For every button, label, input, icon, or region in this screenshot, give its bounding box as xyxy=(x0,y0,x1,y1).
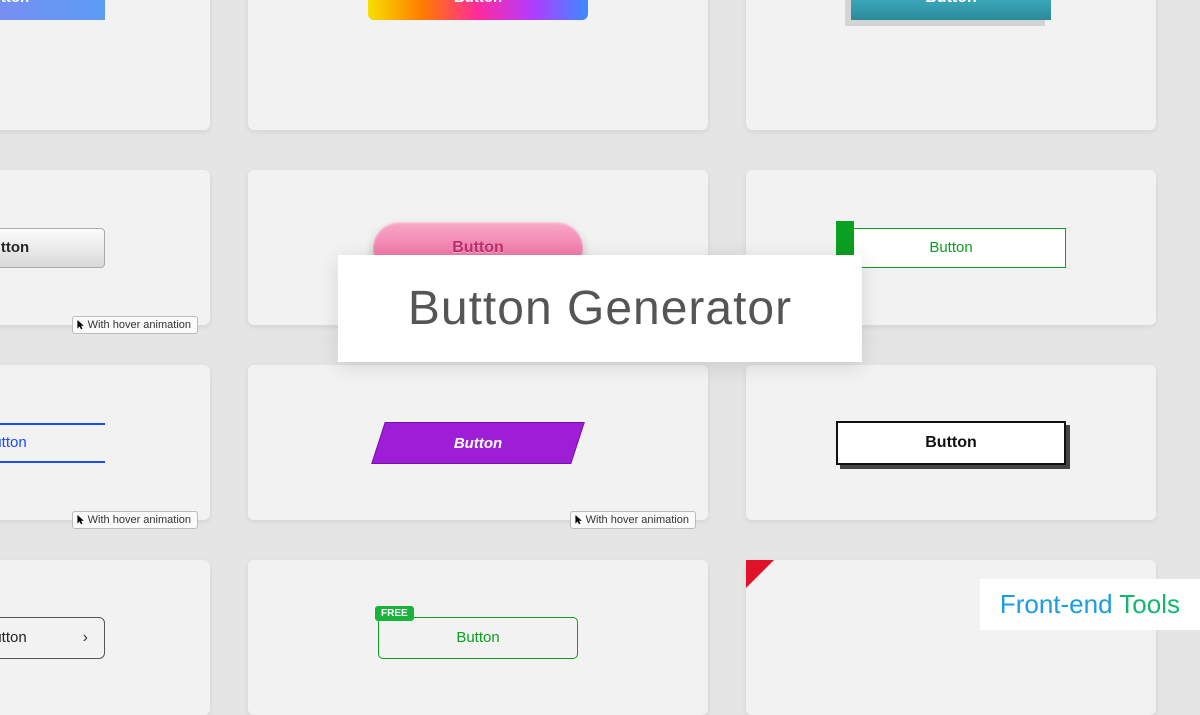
hover-animation-label: With hover animation xyxy=(88,319,191,331)
hover-animation-label: With hover animation xyxy=(88,514,191,526)
button-gradient-rainbow[interactable]: Button xyxy=(368,0,588,20)
cursor-icon xyxy=(575,515,583,525)
card-black-outline: Button xyxy=(746,365,1156,520)
button-purple-skew[interactable]: Button xyxy=(371,422,585,464)
card-gradient-teal: Button xyxy=(746,0,1156,130)
button-gradient-teal[interactable]: Button xyxy=(851,0,1051,20)
corner-ribbon-icon xyxy=(746,560,774,588)
button-green-tab[interactable]: Button xyxy=(836,228,1066,268)
brand-logo: Front-end Tools xyxy=(980,579,1200,630)
page-title: Button Generator xyxy=(338,255,862,362)
button-blue-lines[interactable]: Button xyxy=(0,423,105,463)
card-gradient-blue: Button xyxy=(0,0,210,130)
hover-animation-tag: With hover animation xyxy=(570,511,696,529)
brand-part2: Tools xyxy=(1119,589,1180,619)
button-silver[interactable]: Button xyxy=(0,228,105,268)
hover-animation-tag: With hover animation xyxy=(72,511,198,529)
card-blue-lines: Button With hover animation xyxy=(0,365,210,520)
free-badge: FREE xyxy=(375,606,414,621)
card-gradient-rainbow: Button xyxy=(248,0,708,130)
button-black-outline[interactable]: Button xyxy=(836,421,1066,465)
card-purple-skew: Button With hover animation xyxy=(248,365,708,520)
cursor-icon xyxy=(77,320,85,330)
chevron-right-icon: › xyxy=(83,629,88,647)
card-silver: Button With hover animation xyxy=(0,170,210,325)
hover-animation-label: With hover animation xyxy=(586,514,689,526)
hover-animation-tag: With hover animation xyxy=(72,316,198,334)
cursor-icon xyxy=(77,515,85,525)
button-arrow-label: Button xyxy=(0,629,27,646)
brand-part1: Front-end xyxy=(1000,589,1119,619)
button-free[interactable]: FREE Button xyxy=(378,617,578,659)
button-gradient-blue[interactable]: Button xyxy=(0,0,105,20)
button-free-label: Button xyxy=(456,629,499,646)
card-arrow: Button › xyxy=(0,560,210,715)
button-arrow[interactable]: Button › xyxy=(0,617,105,659)
card-free-badge: FREE Button xyxy=(248,560,708,715)
